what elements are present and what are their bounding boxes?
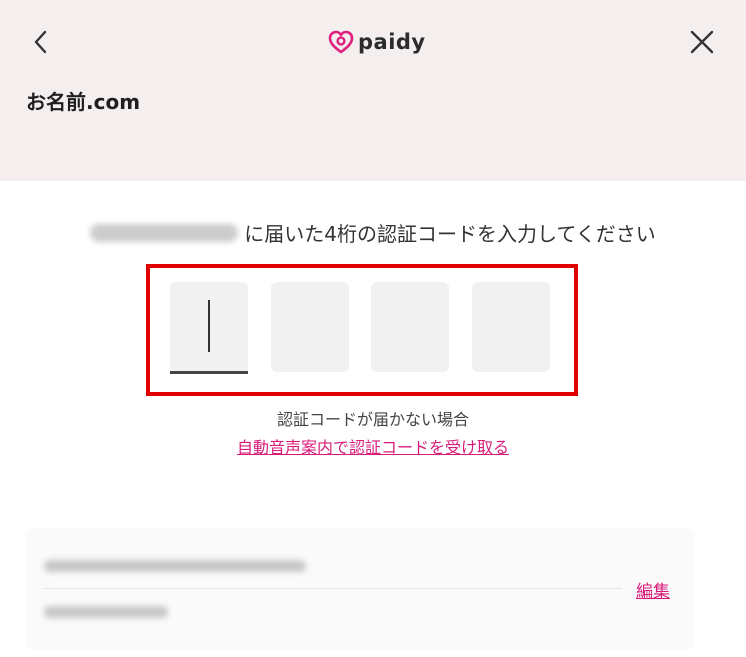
back-button[interactable] <box>26 26 56 58</box>
text-cursor <box>208 300 210 352</box>
code-digit-4[interactable] <box>472 282 550 372</box>
header: paidy お名前.com <box>0 0 746 181</box>
masked-phone-number <box>90 223 239 242</box>
merchant-name: お名前.com <box>26 90 141 114</box>
code-digit-3[interactable] <box>371 282 449 372</box>
chevron-left-icon <box>34 30 47 54</box>
close-button[interactable] <box>684 26 720 58</box>
edit-link[interactable]: 編集 <box>636 577 670 602</box>
close-icon <box>690 30 714 54</box>
instruction-text: に届いた4桁の認証コードを入力してください <box>244 222 656 246</box>
masked-email <box>44 560 306 572</box>
paidy-logo: paidy <box>328 28 426 56</box>
instruction-row: に届いた4桁の認証コードを入力してください <box>0 218 746 247</box>
voice-guidance-link[interactable]: 自動音声案内で認証コードを受け取る <box>0 434 746 458</box>
divider <box>44 588 622 589</box>
paidy-heart-icon <box>328 30 354 54</box>
account-card: 編集 <box>26 528 694 650</box>
code-digit-2[interactable] <box>271 282 349 372</box>
code-digit-1[interactable] <box>170 282 248 374</box>
logo-text: paidy <box>358 29 426 54</box>
masked-phone <box>44 606 168 618</box>
no-code-text: 認証コードが届かない場合 <box>276 410 469 429</box>
